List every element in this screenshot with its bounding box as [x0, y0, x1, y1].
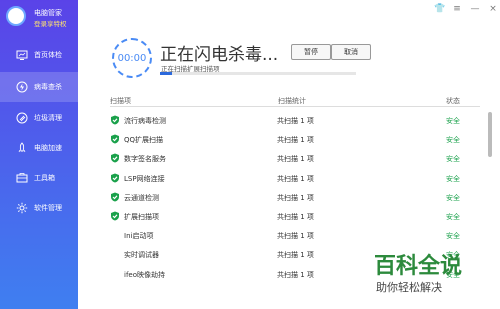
table-row: 扩展扫描项 共扫描 1 项 安全 [110, 206, 480, 225]
scan-item-name: Ini启动项 [124, 232, 154, 241]
brand-title: 电脑管家 [34, 9, 62, 17]
pause-button[interactable]: 暂停 [291, 44, 331, 60]
shield-check-icon [110, 192, 120, 202]
scan-item-status: 安全 [446, 232, 460, 241]
scan-item-stat: 共扫描 1 项 [277, 117, 314, 125]
scan-progress-bar [160, 72, 356, 75]
scan-item-status: 安全 [446, 193, 460, 202]
sidebar-item-cleanup[interactable]: 垃圾清理 [0, 103, 78, 133]
table-row: 数字签名服务 共扫描 1 项 安全 [110, 148, 480, 167]
toolbox-icon [16, 172, 28, 184]
gear-icon [16, 202, 28, 214]
sidebar-item-speedup[interactable]: 电脑加速 [0, 133, 78, 163]
sidebar-item-label: 电脑加速 [34, 144, 62, 152]
shield-check-icon [110, 153, 120, 163]
sidebar-item-toolbox[interactable]: 工具箱 [0, 163, 78, 193]
table-row: Ini启动项 共扫描 1 项 安全 [110, 225, 480, 244]
table-row: LSP网络连接 共扫描 1 项 安全 [110, 168, 480, 187]
monitor-icon [16, 49, 28, 61]
scan-progress-fill [160, 72, 172, 75]
login-link[interactable]: 登录享特权 [34, 18, 67, 28]
column-header-item: 扫描项 [110, 97, 131, 105]
column-header-stat: 扫描统计 [278, 97, 306, 105]
scan-item-name: 云通道检测 [124, 193, 159, 202]
scan-item-name: ifeo映像劫持 [124, 270, 165, 279]
scan-item-stat: 共扫描 1 项 [277, 136, 314, 145]
scan-item-status: 安全 [446, 117, 460, 125]
scan-item-name: LSP网络连接 [124, 174, 165, 183]
skin-icon[interactable]: 👕 [434, 4, 445, 16]
shield-check-icon [110, 134, 120, 144]
rocket-icon [16, 142, 28, 154]
sidebar-item-label: 病毒查杀 [34, 83, 62, 91]
scan-item-name: QQ扩展扫描 [124, 136, 164, 145]
scan-item-stat: 共扫描 1 项 [277, 193, 314, 202]
scan-item-stat: 共扫描 1 项 [277, 270, 314, 279]
shield-check-icon [110, 211, 120, 221]
scan-item-status: 安全 [446, 212, 460, 221]
scan-item-name: 数字签名服务 [124, 155, 166, 164]
scan-item-name: 实时调试器 [124, 251, 159, 260]
table-row: 云通道检测 共扫描 1 项 安全 [110, 187, 480, 206]
scan-item-stat: 共扫描 1 项 [277, 232, 314, 241]
avatar [6, 6, 26, 26]
scan-item-stat: 共扫描 1 项 [277, 212, 314, 221]
sidebar-item-home[interactable]: 首页体检 [0, 40, 78, 70]
broom-icon [16, 112, 28, 124]
sidebar-item-label: 工具箱 [34, 174, 55, 182]
shield-check-icon [110, 173, 120, 183]
lightning-icon [16, 81, 28, 93]
scan-item-name: 流行病毒检测 [124, 117, 166, 125]
scan-title: 正在闪电杀毒... [160, 45, 279, 65]
scan-item-status: 安全 [446, 174, 460, 183]
table-row: QQ扩展扫描 共扫描 1 项 安全 [110, 129, 480, 148]
menu-icon[interactable]: ≡ [452, 4, 462, 16]
scan-item-stat: 共扫描 1 项 [277, 155, 314, 164]
column-header-status: 状态 [446, 97, 460, 105]
sidebar: 电脑管家 登录享特权 首页体检 病毒查杀 垃圾清理 电脑加速 工具箱 软件管理 [0, 0, 78, 309]
table-header: 扫描项 扫描统计 状态 [110, 96, 480, 106]
scan-item-stat: 共扫描 1 项 [277, 174, 314, 183]
cancel-button[interactable]: 取消 [331, 44, 371, 60]
close-icon[interactable]: × [488, 4, 498, 16]
titlebar-controls: 👕 ≡ — × [420, 4, 498, 16]
scan-timer: 00:00 [112, 38, 152, 78]
scan-item-name: 扩展扫描项 [124, 212, 159, 221]
scan-item-status: 安全 [446, 155, 460, 164]
watermark-title: 百科全说 [374, 254, 463, 279]
watermark-subtitle: 助你轻松解决 [376, 281, 442, 294]
scrollbar[interactable] [488, 112, 492, 157]
sidebar-item-label: 首页体检 [34, 51, 62, 59]
scan-item-status: 安全 [446, 136, 460, 145]
sidebar-item-label: 垃圾清理 [34, 114, 62, 122]
sidebar-item-label: 软件管理 [34, 204, 62, 212]
sidebar-item-software[interactable]: 软件管理 [0, 193, 78, 223]
sidebar-item-antivirus[interactable]: 病毒查杀 [0, 72, 78, 102]
minimize-icon[interactable]: — [470, 4, 480, 16]
watermark: 百科全说 助你轻松解决 [374, 248, 490, 306]
shield-check-icon [110, 115, 120, 125]
scan-item-stat: 共扫描 1 项 [277, 251, 314, 260]
brand[interactable]: 电脑管家 登录享特权 [6, 6, 76, 30]
table-row: 流行病毒检测 共扫描 1 项 安全 [110, 110, 480, 129]
divider [110, 106, 480, 107]
